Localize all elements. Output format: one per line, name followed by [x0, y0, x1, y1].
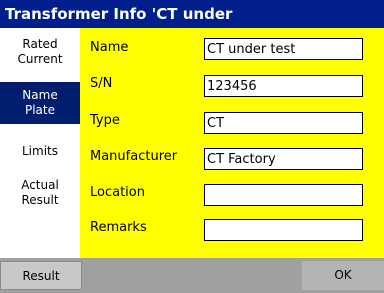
window-title: Transformer Info 'CT under — [0, 0, 384, 28]
location-field[interactable] — [204, 184, 363, 206]
manufacturer-field[interactable] — [204, 148, 363, 170]
sidebar: Rated Current Name Plate Limits Actual R… — [0, 28, 80, 258]
type-field[interactable] — [204, 112, 363, 134]
serial-number-label: S/N — [90, 76, 113, 91]
tab-label-line: Actual — [21, 178, 59, 192]
serial-number-field[interactable] — [204, 75, 363, 97]
name-plate-form: Name S/N Type Manufacturer Location Rema… — [80, 28, 384, 258]
tab-label-line: Result — [21, 193, 59, 207]
tab-label-line: Plate — [24, 103, 55, 117]
transformer-info-window: Transformer Info 'CT under Rated Current… — [0, 0, 384, 293]
location-label: Location — [90, 185, 145, 200]
type-label: Type — [90, 113, 120, 128]
remarks-field[interactable] — [204, 219, 363, 241]
manufacturer-label: Manufacturer — [90, 149, 178, 164]
tab-label-line: Name — [22, 88, 58, 102]
tab-label-line: Current — [17, 52, 63, 66]
tab-rated-current[interactable]: Rated Current — [0, 34, 80, 70]
remarks-label: Remarks — [90, 220, 147, 235]
result-button[interactable]: Result — [0, 261, 82, 290]
tab-actual-result[interactable]: Actual Result — [0, 178, 80, 214]
tab-limits[interactable]: Limits — [0, 144, 80, 164]
name-field[interactable] — [204, 38, 363, 60]
bottom-toolbar: Result OK — [0, 258, 384, 293]
ok-button[interactable]: OK — [302, 261, 384, 290]
tab-name-plate[interactable]: Name Plate — [0, 82, 80, 124]
name-label: Name — [90, 40, 129, 55]
tab-label-line: Limits — [22, 144, 58, 158]
tab-label-line: Rated — [22, 37, 58, 51]
